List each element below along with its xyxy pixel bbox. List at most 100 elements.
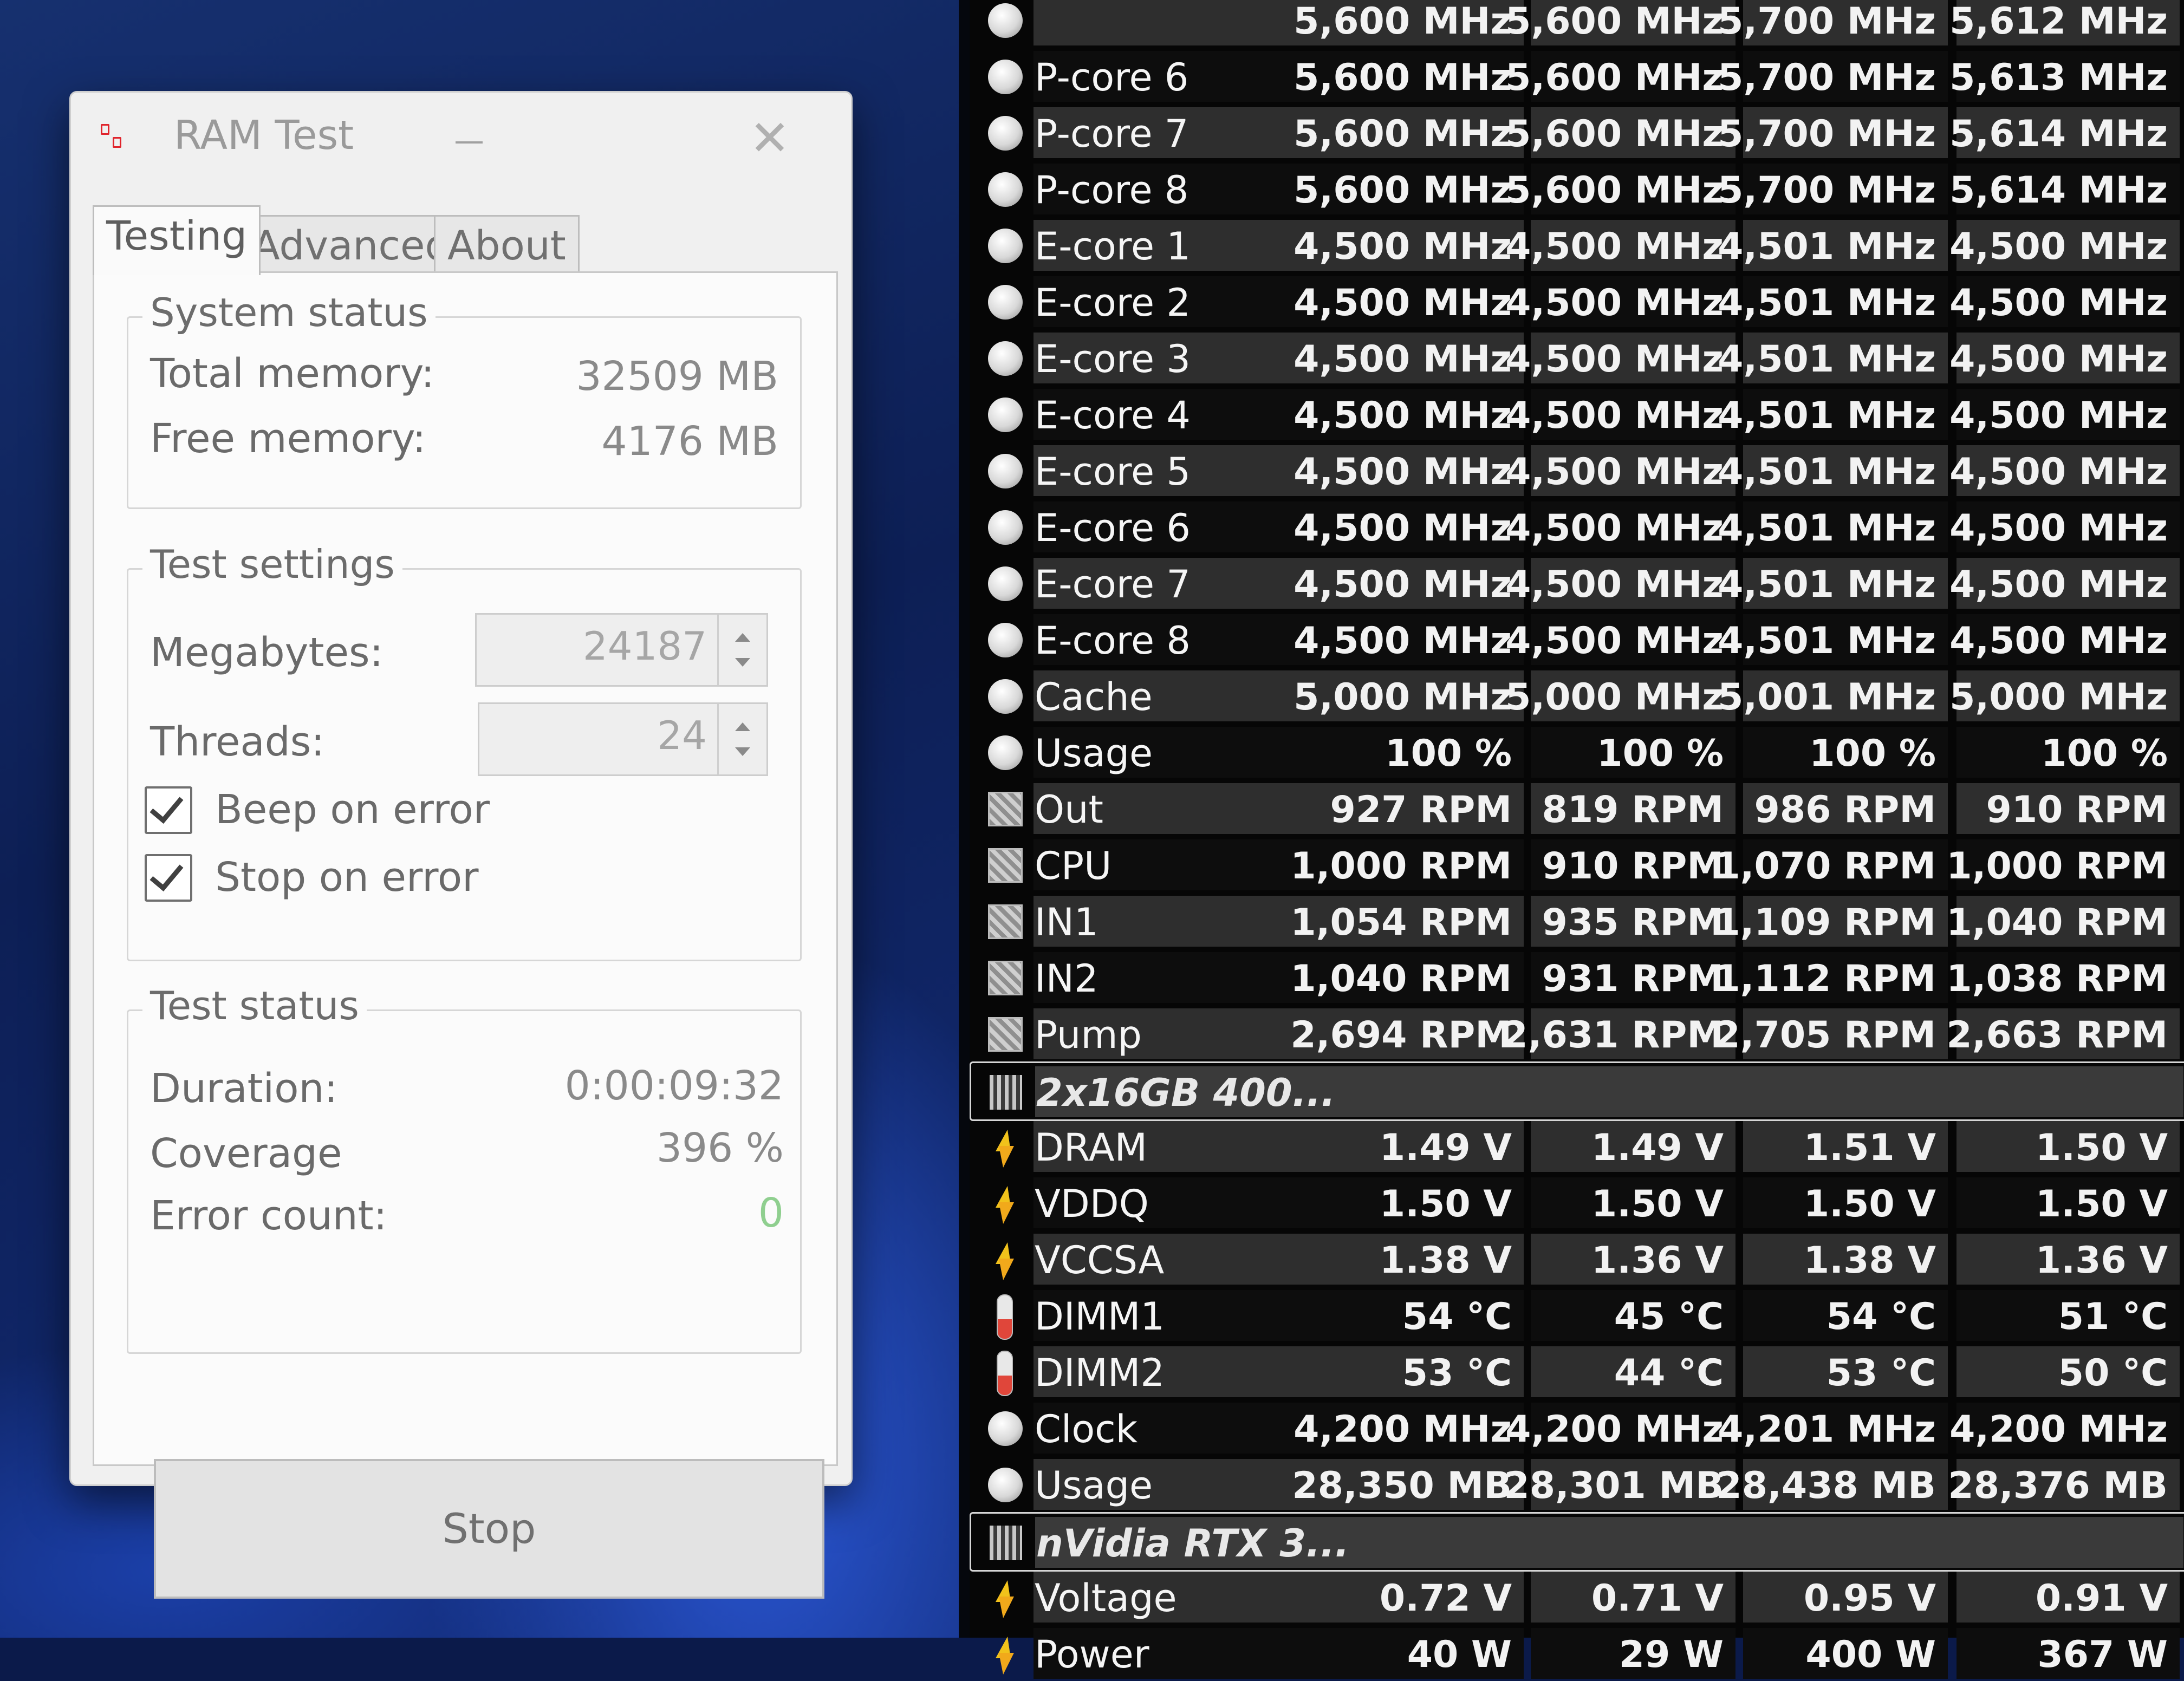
title-bar[interactable]: RAM Test ✕: [71, 93, 851, 174]
sensor-value-cell: 5,700 MHz: [1718, 51, 1948, 102]
sensor-value-cell: 4,500 MHz: [1949, 333, 2180, 383]
sensor-row[interactable]: VCCSA 1.38 V 1.36 V 1.38 V 1.36 V: [970, 1230, 2184, 1287]
sensor-row[interactable]: Clock 4,200 MHz 4,200 MHz 4,201 MHz 4,200 MH…: [970, 1399, 2184, 1456]
sensor-value-cell: 4,500 MHz: [1949, 276, 2180, 327]
sensor-row[interactable]: IN2 1,040 RPM 931 RPM 1,112 RPM 1,038 RPM: [970, 949, 2184, 1005]
threads-spin-arrows[interactable]: [717, 704, 766, 774]
sensor-name: P-core 7: [1035, 112, 1189, 156]
sensor-value: 4,501 MHz: [1718, 225, 1936, 268]
sensor-row[interactable]: E-core 5 4,500 MHz 4,500 MHz 4,501 MHz 4,500…: [970, 442, 2184, 498]
spin-up-icon[interactable]: [735, 722, 750, 731]
sensor-value: 1.50 V: [1379, 1183, 1512, 1226]
sensor-value: 1.49 V: [1379, 1126, 1512, 1169]
stop-on-error-checkbox[interactable]: [145, 854, 192, 902]
sensor-row[interactable]: E-core 7 4,500 MHz 4,500 MHz 4,501 MHz 4,500…: [970, 555, 2184, 611]
sensor-value-cell: 5,700 MHz: [1718, 0, 1948, 45]
sensor-value-cell: 4,501 MHz: [1718, 558, 1948, 609]
beep-on-error-label[interactable]: Beep on error: [215, 786, 490, 833]
sensor-row[interactable]: Out 927 RPM 819 RPM 986 RPM 910 RPM: [970, 780, 2184, 836]
sensor-group-row[interactable]: 2x16GB 400...: [970, 1061, 2184, 1121]
sensor-row[interactable]: DIMM2 53 °C 44 °C 53 °C 50 °C: [970, 1343, 2184, 1399]
sensor-row[interactable]: P-core 6 5,600 MHz 5,600 MHz 5,700 MHz 5,613…: [970, 48, 2184, 104]
threads-stepper[interactable]: 24: [478, 702, 768, 776]
sensor-value-cell: 28,301 MB: [1504, 1459, 1735, 1510]
test-status-group: Test status Duration: 0:00:09:32 Coverag…: [127, 983, 802, 1354]
sensor-row[interactable]: P-core 7 5,600 MHz 5,600 MHz 5,700 MHz 5,614…: [970, 104, 2184, 160]
duration-label: Duration:: [150, 1065, 338, 1112]
sensor-value-cell: 5,600 MHz: [1294, 164, 1524, 214]
sensor-row[interactable]: E-core 1 4,500 MHz 4,500 MHz 4,501 MHz 4,500…: [970, 217, 2184, 273]
sensor-value-cell: 4,500 MHz: [1294, 445, 1524, 496]
sensor-value: 4,500 MHz: [1949, 507, 2168, 550]
threads-value: 24: [657, 713, 707, 758]
sensor-value: 4,500 MHz: [1505, 394, 1724, 437]
stop-button[interactable]: Stop: [154, 1459, 824, 1599]
megabytes-stepper[interactable]: 24187: [475, 613, 768, 687]
chip-icon: [990, 1075, 1022, 1110]
sensor-name: E-core 2: [1035, 281, 1191, 325]
sensor-row[interactable]: Pump 2,694 RPM 2,631 RPM 2,705 RPM 2,663 RPM: [970, 1005, 2184, 1061]
sensor-row[interactable]: E-core 4 4,500 MHz 4,500 MHz 4,501 MHz 4,500…: [970, 386, 2184, 442]
sensor-value: 986 RPM: [1754, 789, 1936, 831]
sensor-row[interactable]: Voltage 0.72 V 0.71 V 0.95 V 0.91 V: [970, 1568, 2184, 1625]
sensor-row[interactable]: P-core 8 5,600 MHz 5,600 MHz 5,700 MHz 5,614…: [970, 160, 2184, 217]
round-icon: [988, 679, 1023, 714]
total-memory-label: Total memory:: [150, 350, 435, 397]
sensor-row[interactable]: DIMM1 54 °C 45 °C 54 °C 51 °C: [970, 1287, 2184, 1343]
spin-down-icon[interactable]: [735, 658, 750, 667]
sensor-value: 5,700 MHz: [1718, 169, 1936, 212]
tab-about[interactable]: About: [434, 215, 580, 275]
sensor-value-cell: 4,500 MHz: [1294, 276, 1524, 327]
spin-up-icon[interactable]: [735, 633, 750, 642]
minimize-button[interactable]: [445, 116, 493, 154]
sensor-value: 1.50 V: [2035, 1183, 2168, 1226]
sensor-row[interactable]: DRAM 1.49 V 1.49 V 1.51 V 1.50 V: [970, 1118, 2184, 1174]
sensor-row[interactable]: E-core 3 4,500 MHz 4,500 MHz 4,501 MHz 4,500…: [970, 329, 2184, 386]
sensor-value: 4,500 MHz: [1949, 282, 2168, 324]
sensor-value: 28,301 MB: [1504, 1464, 1724, 1507]
tab-testing[interactable]: Testing: [93, 205, 261, 275]
sensor-row[interactable]: E-core 6 4,500 MHz 4,500 MHz 4,501 MHz 4,500…: [970, 498, 2184, 555]
sensor-row[interactable]: Usage 100 % 100 % 100 % 100 %: [970, 724, 2184, 780]
sensor-value-cell: 927 RPM: [1297, 783, 1524, 834]
megabytes-spin-arrows[interactable]: [717, 615, 766, 685]
spin-down-icon[interactable]: [735, 747, 750, 756]
sensor-row[interactable]: E-core 8 4,500 MHz 4,500 MHz 4,501 MHz 4,500…: [970, 611, 2184, 667]
sensor-value-cell: 40 W: [1297, 1628, 1524, 1679]
sensor-group-row[interactable]: nVidia RTX 3...: [970, 1512, 2184, 1572]
sensor-value: 1.51 V: [1803, 1126, 1936, 1169]
sensor-row[interactable]: CPU 1,000 RPM 910 RPM 1,070 RPM 1,000 RPM: [970, 836, 2184, 892]
system-status-title: System status: [142, 290, 435, 335]
sensor-value: 4,501 MHz: [1718, 282, 1936, 324]
sensor-value: 1.50 V: [2035, 1126, 2168, 1169]
sensor-value: 1,070 RPM: [1714, 845, 1936, 888]
sensor-value: 54 °C: [1402, 1295, 1512, 1338]
sensor-value-cell: 0.72 V: [1297, 1572, 1524, 1623]
sensor-value: 40 W: [1407, 1633, 1512, 1676]
close-button[interactable]: ✕: [743, 114, 797, 163]
sensor-value: 5,600 MHz: [1294, 56, 1512, 99]
sensor-row[interactable]: Cache 5,000 MHz 5,000 MHz 5,001 MHz 5,000 MH…: [970, 667, 2184, 724]
sensor-row[interactable]: Usage 28,350 MB 28,301 MB 28,438 MB 28,376 M…: [970, 1456, 2184, 1512]
sensor-row[interactable]: IN1 1,054 RPM 935 RPM 1,109 RPM 1,040 RPM: [970, 892, 2184, 949]
tab-advanced[interactable]: Advanced: [239, 215, 464, 275]
sensor-name: DIMM1: [1035, 1294, 1165, 1339]
sensor-row[interactable]: Power 40 W 29 W 400 W 367 W: [970, 1625, 2184, 1681]
sensor-value-cell: 4,500 MHz: [1294, 558, 1524, 609]
sensor-value-cell: 4,500 MHz: [1505, 614, 1735, 665]
sensor-row[interactable]: E-core 2 4,500 MHz 4,500 MHz 4,501 MHz 4,500…: [970, 273, 2184, 329]
beep-on-error-checkbox[interactable]: [145, 786, 192, 834]
round-icon: [988, 566, 1023, 601]
testing-panel: System status Total memory: 32509 MB Fre…: [93, 271, 838, 1599]
sensor-value-cell: 54 °C: [1297, 1290, 1524, 1341]
sensor-value: 4,500 MHz: [1294, 338, 1512, 381]
sensor-value: 0.91 V: [2035, 1577, 2168, 1620]
sensor-value: 100 %: [1597, 732, 1724, 775]
sensor-row[interactable]: VDDQ 1.50 V 1.50 V 1.50 V 1.50 V: [970, 1174, 2184, 1230]
sensor-value-cell: 4,200 MHz: [1294, 1403, 1524, 1454]
sensor-value: 5,600 MHz: [1505, 113, 1724, 155]
stop-on-error-label[interactable]: Stop on error: [215, 854, 479, 901]
duration-value: 0:00:09:32: [564, 1063, 784, 1109]
sensor-row[interactable]: 5,600 MHz 5,600 MHz 5,700 MHz 5,612 MHz: [970, 0, 2184, 48]
thermometer-icon: [997, 1294, 1013, 1340]
